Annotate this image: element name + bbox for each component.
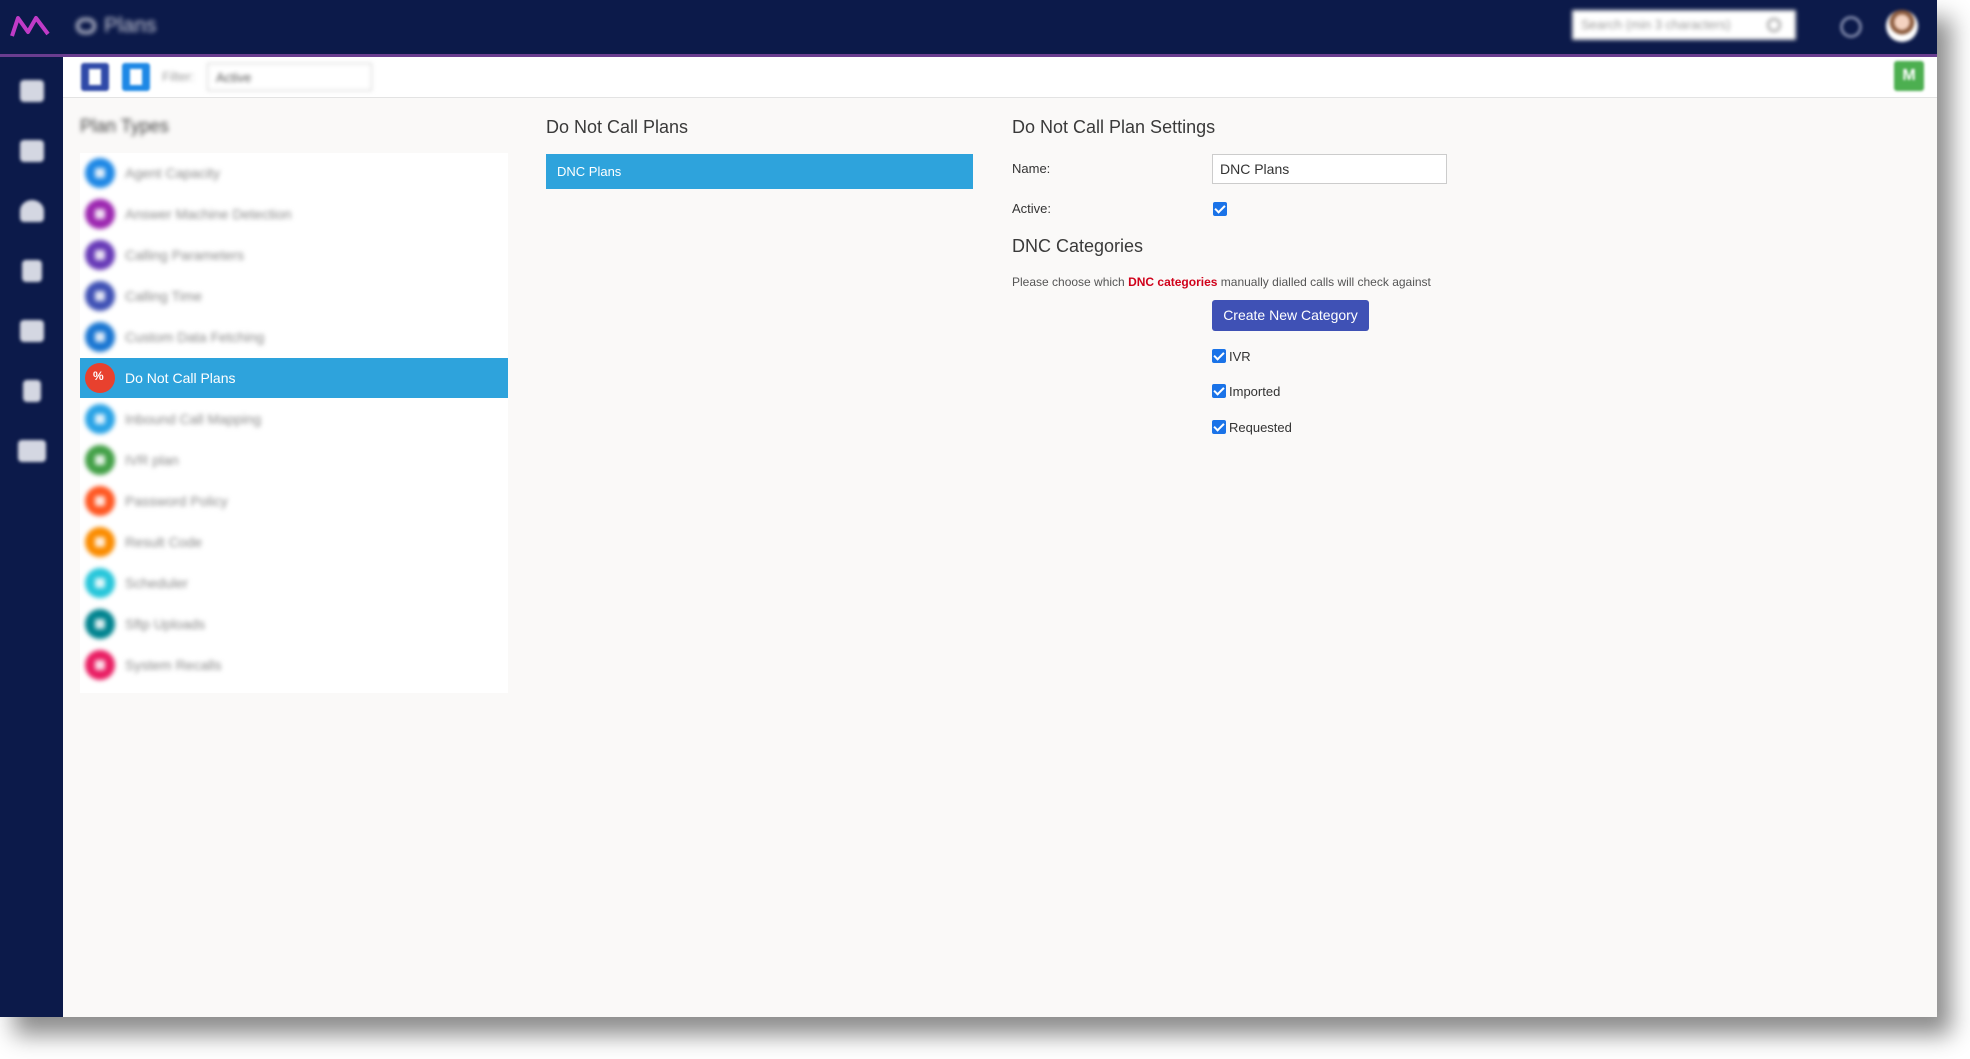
plan-types-title: Plan Types xyxy=(80,116,169,136)
filter-select-value: Active xyxy=(216,70,252,85)
plan-type-label: Inbound Call Mapping xyxy=(125,411,262,427)
description-text-end: manually dialled calls will check agains… xyxy=(1217,275,1431,289)
plan-type-label: Do Not Call Plans xyxy=(125,370,236,386)
page-title-text: Plans xyxy=(104,14,157,37)
new-document-icon xyxy=(89,69,101,85)
plan-type-label: System Recalls xyxy=(125,657,222,673)
plan-type-label: Custom Data Fetching xyxy=(125,329,265,345)
plan-type-label: Agent Capacity xyxy=(125,165,220,181)
category-imported[interactable]: Imported xyxy=(1212,384,1280,399)
plan-type-item[interactable]: Sftp Uploads xyxy=(80,604,508,644)
category-checkbox[interactable] xyxy=(1212,420,1226,434)
copy-plan-button[interactable] xyxy=(122,63,150,91)
plan-type-icon xyxy=(85,240,115,270)
plan-type-icon xyxy=(85,322,115,352)
name-label: Name: xyxy=(1012,161,1051,176)
category-ivr[interactable]: IVR xyxy=(1212,349,1251,364)
description-highlight: DNC categories xyxy=(1128,275,1218,289)
avatar[interactable] xyxy=(1886,10,1918,42)
document-icon[interactable] xyxy=(23,380,41,402)
plan-type-item[interactable]: Calling Parameters xyxy=(80,235,508,275)
toolbar: Filter: Active M xyxy=(63,57,1937,98)
plan-type-icon xyxy=(85,609,115,639)
database-icon[interactable] xyxy=(22,260,42,282)
dnc-categories-description: Please choose which DNC categories manua… xyxy=(1012,275,1431,289)
plan-type-icon xyxy=(85,281,115,311)
plan-type-label: Answer Machine Detection xyxy=(125,206,292,222)
contacts-icon[interactable] xyxy=(20,320,44,342)
plan-type-item[interactable]: Result Code xyxy=(80,522,508,562)
settings-icon[interactable] xyxy=(18,440,46,462)
category-label: Imported xyxy=(1229,384,1281,399)
brand-logo-icon[interactable] xyxy=(10,12,50,40)
plan-type-item[interactable]: Agent Capacity xyxy=(80,153,508,193)
plan-type-label: IVR plan xyxy=(125,452,179,468)
app-window: Plans Search (min 3 characters) Filter: … xyxy=(0,0,1937,1017)
plan-type-icon xyxy=(85,445,115,475)
plan-type-label: Calling Time xyxy=(125,288,203,304)
plan-type-label: Calling Parameters xyxy=(125,247,245,263)
plan-type-icon xyxy=(85,568,115,598)
search-input[interactable]: Search (min 3 characters) xyxy=(1572,10,1796,40)
category-checkbox[interactable] xyxy=(1212,349,1226,363)
name-field[interactable] xyxy=(1212,154,1447,184)
category-checkbox[interactable] xyxy=(1212,384,1226,398)
plan-type-label: Result Code xyxy=(125,534,203,550)
plan-type-icon xyxy=(85,650,115,680)
plan-type-item[interactable]: Inbound Call Mapping xyxy=(80,399,508,439)
plan-type-icon xyxy=(85,158,115,188)
user-menu-button[interactable]: M xyxy=(1894,61,1924,91)
top-bar: Plans Search (min 3 characters) xyxy=(0,0,1937,57)
filter-label: Filter: xyxy=(162,69,195,84)
plan-type-item[interactable]: Password Policy xyxy=(80,481,508,521)
grid-icon[interactable] xyxy=(20,140,44,162)
description-text: Please choose which xyxy=(1012,275,1129,289)
new-plan-button[interactable] xyxy=(81,63,109,91)
plan-type-icon xyxy=(85,199,115,229)
dnc-categories-title: DNC Categories xyxy=(1012,236,1144,256)
plan-type-label: Sftp Uploads xyxy=(125,616,206,632)
do-not-call-icon xyxy=(85,363,115,393)
plan-type-icon xyxy=(85,486,115,516)
plan-type-icon xyxy=(85,527,115,557)
plan-type-item[interactable]: Calling Time xyxy=(80,276,508,316)
help-icon[interactable] xyxy=(1840,16,1862,38)
home-icon[interactable] xyxy=(20,80,44,102)
filter-select[interactable]: Active xyxy=(207,63,372,91)
dashboard-icon[interactable] xyxy=(20,200,44,222)
plan-type-label: Scheduler xyxy=(125,575,189,591)
create-new-category-button[interactable]: Create New Category xyxy=(1212,300,1369,331)
active-label: Active: xyxy=(1012,201,1052,216)
plan-type-item[interactable]: Scheduler xyxy=(80,563,508,603)
dnc-plans-title: Do Not Call Plans xyxy=(546,117,689,137)
plan-type-list: Agent Capacity Answer Machine Detection … xyxy=(80,153,508,693)
search-icon[interactable] xyxy=(1767,18,1781,32)
plan-type-item[interactable]: Custom Data Fetching xyxy=(80,317,508,357)
plan-type-label: Password Policy xyxy=(125,493,228,509)
category-requested[interactable]: Requested xyxy=(1212,420,1292,435)
plan-type-icon xyxy=(85,404,115,434)
search-placeholder: Search (min 3 characters) xyxy=(1581,17,1731,32)
category-label: IVR xyxy=(1229,349,1251,364)
plan-type-item-do-not-call[interactable]: Do Not Call Plans xyxy=(80,358,508,398)
dnc-plan-row[interactable]: DNC Plans xyxy=(546,154,973,189)
plan-type-item[interactable]: IVR plan xyxy=(80,440,508,480)
plan-type-item[interactable]: System Recalls xyxy=(80,645,508,685)
category-label: Requested xyxy=(1229,420,1292,435)
plans-icon xyxy=(76,18,96,34)
page-title: Plans xyxy=(76,14,157,38)
side-nav xyxy=(0,57,63,1017)
settings-title: Do Not Call Plan Settings xyxy=(1012,117,1216,137)
copy-icon xyxy=(130,69,142,85)
active-checkbox[interactable] xyxy=(1213,202,1227,216)
plan-type-item[interactable]: Answer Machine Detection xyxy=(80,194,508,234)
